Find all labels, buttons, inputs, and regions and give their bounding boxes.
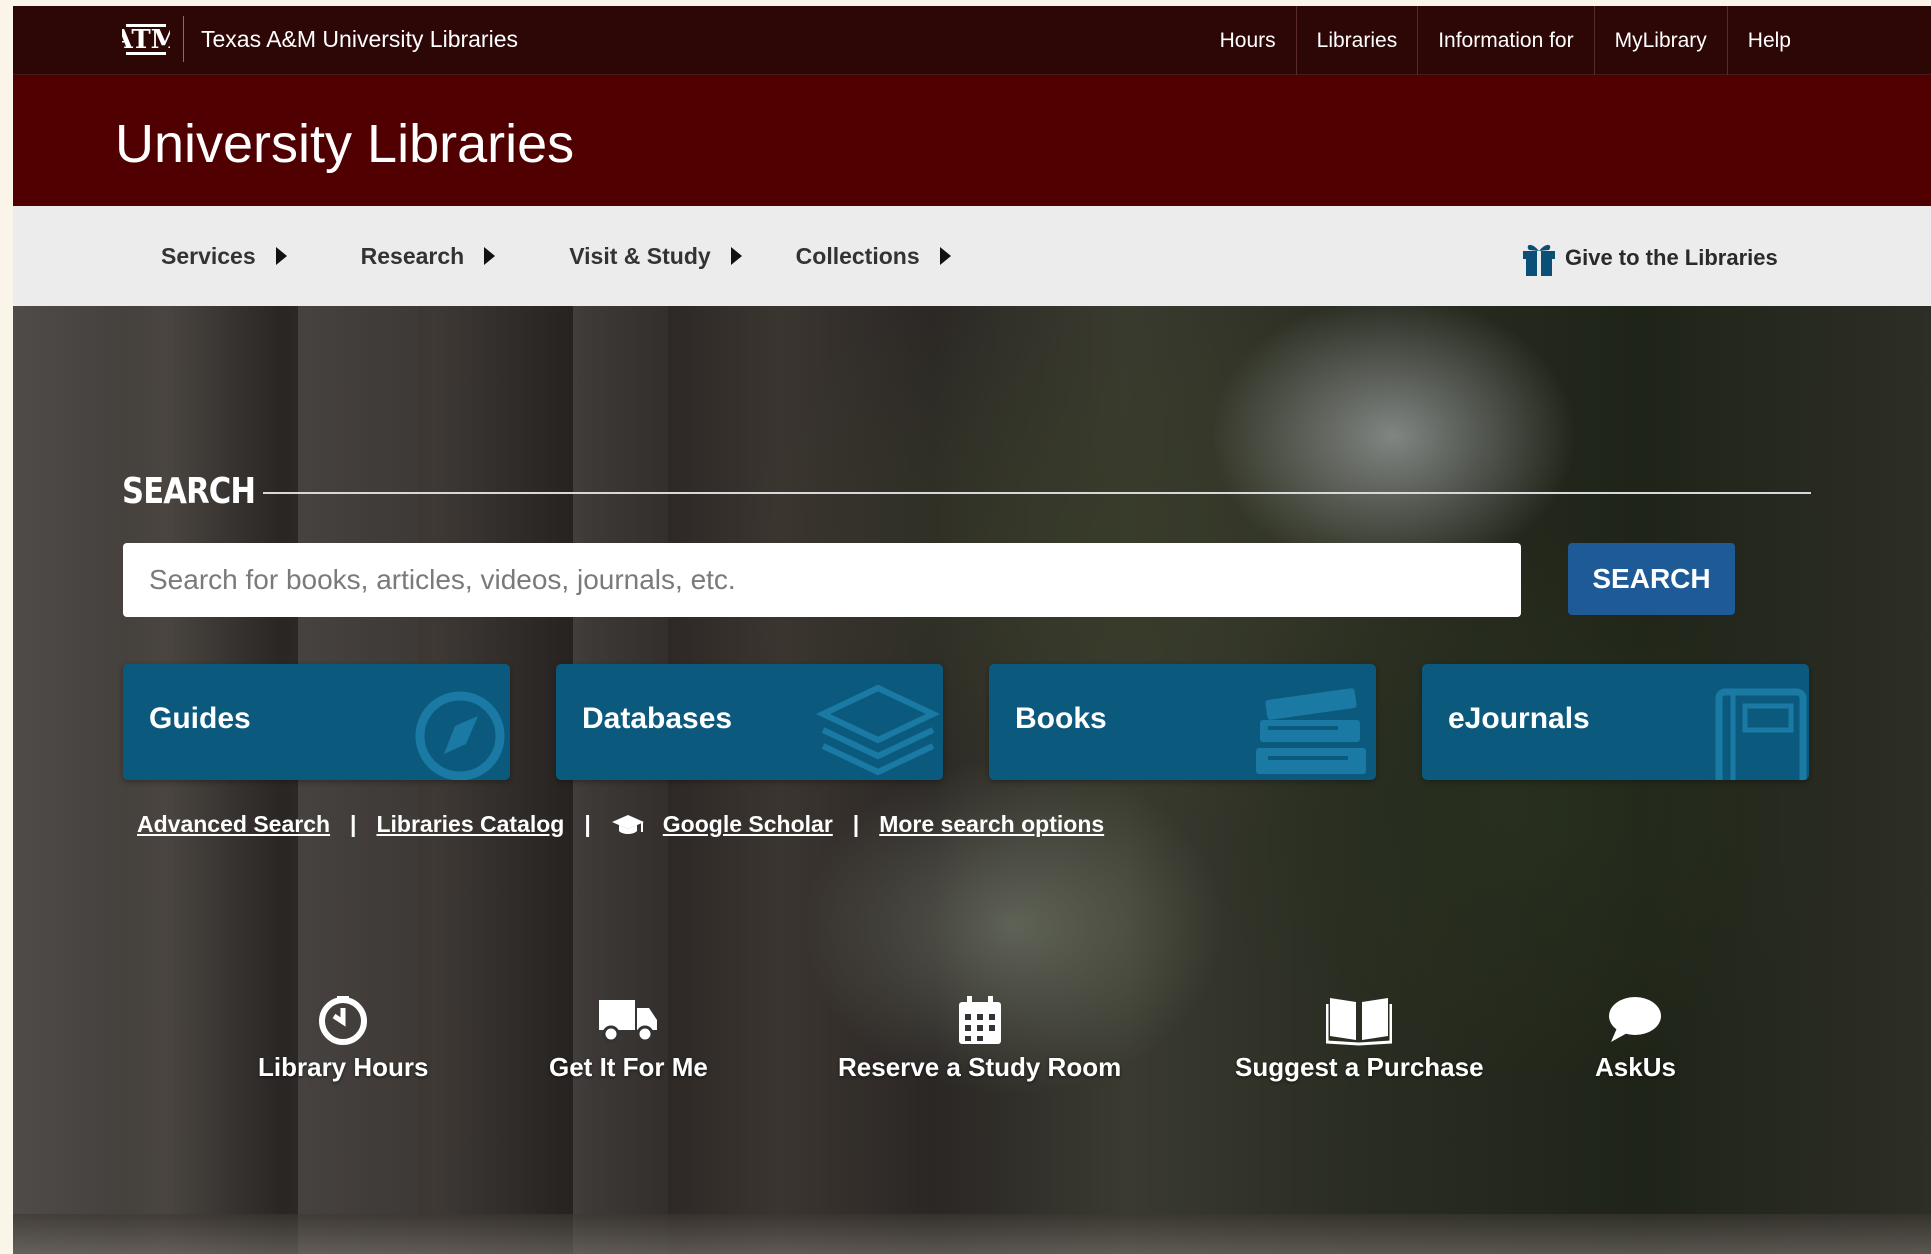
give-to-libraries-link[interactable]: Give to the Libraries [1521,239,1778,277]
subnav-research-label: Research [360,242,465,269]
advanced-search-link[interactable]: Advanced Search [137,811,330,838]
libraries-catalog-link[interactable]: Libraries Catalog [376,811,564,838]
background-pillar [573,306,668,1254]
books-icon [1256,688,1366,774]
search-heading-rule [263,492,1811,494]
caret-right-icon [939,247,951,265]
chat-bubble-icon [1609,997,1662,1042]
svg-text:ATM: ATM [122,25,170,55]
tile-databases[interactable]: Databases [556,664,943,780]
background-pillar [298,306,418,1254]
quick-link-label: Reserve a Study Room [838,1052,1122,1082]
caret-right-icon [484,247,496,265]
search-heading: SEARCH [122,471,256,512]
top-nav-help[interactable]: Help [1726,6,1811,75]
more-search-options-link[interactable]: More search options [879,811,1104,838]
tile-books-label: Books [1015,702,1107,735]
quick-link-library-hours[interactable]: Library Hours [258,994,429,1083]
search-links-row: Advanced Search | Libraries Catalog | Go… [137,811,1104,838]
browser-viewport: ATM Texas A&M University Libraries Hours… [13,6,1931,1254]
caret-right-icon [730,247,742,265]
top-nav-mylibrary[interactable]: MyLibrary [1593,6,1727,75]
site-name-link[interactable]: Texas A&M University Libraries [201,26,518,53]
top-nav: Hours Libraries Information for MyLibrar… [1200,6,1811,75]
tile-databases-label: Databases [582,702,733,735]
subnav-collections-label: Collections [795,242,920,269]
page-title[interactable]: University Libraries [115,113,574,175]
title-band: University Libraries [13,75,1931,206]
background-pillar [13,306,123,1254]
subnav-services-label: Services [161,242,256,269]
calendar-icon [958,996,1001,1044]
search-input[interactable] [123,543,1521,617]
subnav-visit-study-label: Visit & Study [569,242,711,269]
subnav-collections[interactable]: Collections [796,243,951,270]
link-separator: | [350,811,357,837]
subnav-visit-study[interactable]: Visit & Study [569,242,742,270]
caret-right-icon [275,247,287,265]
quick-link-get-it-for-me[interactable]: Get It For Me [549,994,708,1083]
give-to-libraries-label: Give to the Libraries [1565,245,1778,270]
hero-search-section: SEARCH SEARCH Guides Databases [13,306,1931,1254]
top-nav-hours[interactable]: Hours [1200,6,1296,75]
clock-icon [319,996,368,1045]
link-separator: | [852,811,860,837]
top-bar: ATM Texas A&M University Libraries Hours… [13,6,1931,75]
subnav-services[interactable]: Services [161,243,287,270]
quick-link-askus[interactable]: AskUs [1595,994,1676,1083]
google-scholar-link[interactable]: Google Scholar [663,811,833,838]
subnav-research[interactable]: Research [361,243,496,270]
quick-link-suggest-purchase[interactable]: Suggest a Purchase [1235,994,1484,1083]
tile-ejournals[interactable]: eJournals [1422,664,1809,780]
graduation-cap-icon [611,813,645,837]
search-button[interactable]: SEARCH [1568,543,1735,615]
compass-icon [415,691,505,780]
tile-guides-label: Guides [149,702,251,735]
quick-link-reserve-study-room[interactable]: Reserve a Study Room [838,994,1121,1083]
quick-link-label: AskUs [1595,1052,1676,1082]
journal-icon [1715,688,1807,780]
open-book-icon [1326,998,1393,1046]
gift-icon [1523,244,1555,276]
link-separator: | [584,811,591,837]
tile-books[interactable]: Books [989,664,1376,780]
logo-divider [183,16,184,62]
tile-ejournals-label: eJournals [1448,702,1590,735]
atm-logo-icon[interactable]: ATM [122,18,170,60]
truck-icon [599,1000,658,1043]
top-nav-information-for[interactable]: Information for [1417,6,1593,75]
background-floor [13,1214,1931,1254]
secondary-nav: Services Research Visit & Study Collecti… [13,206,1931,306]
tile-guides[interactable]: Guides [123,664,510,780]
layers-icon [815,684,941,776]
quick-link-label: Get It For Me [549,1052,708,1082]
top-nav-libraries[interactable]: Libraries [1295,6,1418,75]
search-category-tiles: Guides Databases Books eJournals [123,664,1809,780]
quick-link-label: Suggest a Purchase [1235,1052,1484,1082]
quick-link-label: Library Hours [258,1052,429,1082]
